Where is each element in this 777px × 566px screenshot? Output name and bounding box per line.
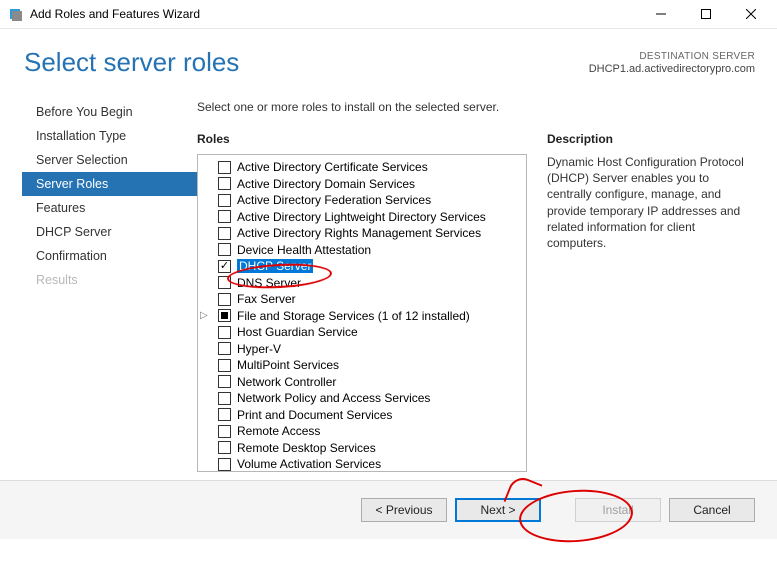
role-label[interactable]: Active Directory Rights Management Servi… (237, 226, 481, 240)
role-checkbox[interactable] (218, 326, 231, 339)
role-label[interactable]: Network Controller (237, 375, 336, 389)
role-row[interactable]: DNS Server (202, 275, 526, 292)
nav-item-dhcp-server[interactable]: DHCP Server (22, 220, 197, 244)
role-row[interactable]: ▷ File and Storage Services (1 of 12 inst… (202, 308, 526, 325)
nav-item-server-roles[interactable]: Server Roles (22, 172, 197, 196)
role-row[interactable]: DHCP Server (202, 258, 526, 275)
role-label[interactable]: Host Guardian Service (237, 325, 358, 339)
expander-icon[interactable]: ▷ (200, 310, 208, 321)
role-checkbox[interactable] (218, 342, 231, 355)
nav-item-confirmation[interactable]: Confirmation (22, 244, 197, 268)
role-row[interactable]: Print and Document Services (202, 407, 526, 424)
roles-label: Roles (197, 132, 527, 146)
role-label[interactable]: Active Directory Lightweight Directory S… (237, 210, 486, 224)
role-label[interactable]: Remote Access (237, 424, 320, 438)
role-label[interactable]: Active Directory Certificate Services (237, 160, 428, 174)
role-label[interactable]: Network Policy and Access Services (237, 391, 430, 405)
description-text: Dynamic Host Configuration Protocol (DHC… (547, 154, 755, 251)
role-checkbox[interactable] (218, 425, 231, 438)
role-checkbox[interactable] (218, 260, 231, 273)
window-title: Add Roles and Features Wizard (30, 7, 638, 21)
window-controls (638, 0, 773, 28)
role-row[interactable]: Fax Server (202, 291, 526, 308)
next-button[interactable]: Next > (455, 498, 541, 522)
content: Select one or more roles to install on t… (197, 90, 755, 472)
nav-steps: Before You BeginInstallation TypeServer … (22, 90, 197, 472)
nav-item-before-you-begin[interactable]: Before You Begin (22, 100, 197, 124)
destination-info: DESTINATION SERVER DHCP1.ad.activedirect… (589, 51, 755, 78)
role-label[interactable]: Active Directory Federation Services (237, 193, 431, 207)
role-label[interactable]: Active Directory Domain Services (237, 177, 415, 191)
role-checkbox[interactable] (218, 293, 231, 306)
previous-button[interactable]: < Previous (361, 498, 447, 522)
destination-server: DHCP1.ad.activedirectorypro.com (589, 63, 755, 75)
role-label[interactable]: DHCP Server (237, 259, 313, 273)
role-row[interactable]: Network Policy and Access Services (202, 390, 526, 407)
role-row[interactable]: Active Directory Federation Services (202, 192, 526, 209)
role-label[interactable]: DNS Server (237, 276, 301, 290)
role-checkbox[interactable] (218, 309, 231, 322)
roles-column: Roles Active Directory Certificate Servi… (197, 132, 527, 472)
instruction-text: Select one or more roles to install on t… (197, 100, 755, 114)
role-label[interactable]: Device Health Attestation (237, 243, 371, 257)
body: Before You BeginInstallation TypeServer … (0, 84, 777, 472)
titlebar: Add Roles and Features Wizard (0, 0, 777, 28)
install-button[interactable]: Install (575, 498, 661, 522)
role-checkbox[interactable] (218, 161, 231, 174)
header: Select server roles DESTINATION SERVER D… (0, 29, 777, 84)
role-checkbox[interactable] (218, 458, 231, 471)
role-row[interactable]: Active Directory Rights Management Servi… (202, 225, 526, 242)
role-checkbox[interactable] (218, 359, 231, 372)
role-label[interactable]: MultiPoint Services (237, 358, 339, 372)
role-row[interactable]: Active Directory Lightweight Directory S… (202, 209, 526, 226)
maximize-button[interactable] (683, 0, 728, 28)
role-row[interactable]: Remote Desktop Services (202, 440, 526, 457)
role-checkbox[interactable] (218, 210, 231, 223)
role-label[interactable]: Remote Desktop Services (237, 441, 376, 455)
description-label: Description (547, 132, 755, 146)
nav-item-results: Results (22, 268, 197, 292)
role-row[interactable]: Network Controller (202, 374, 526, 391)
role-checkbox[interactable] (218, 392, 231, 405)
role-checkbox[interactable] (218, 441, 231, 454)
page-title: Select server roles (24, 47, 589, 78)
role-checkbox[interactable] (218, 177, 231, 190)
role-label[interactable]: Fax Server (237, 292, 296, 306)
role-row[interactable]: Active Directory Domain Services (202, 176, 526, 193)
role-row[interactable]: Device Health Attestation (202, 242, 526, 259)
role-label[interactable]: Volume Activation Services (237, 457, 381, 471)
role-checkbox[interactable] (218, 276, 231, 289)
role-row[interactable]: Active Directory Certificate Services (202, 159, 526, 176)
server-manager-icon (8, 6, 24, 22)
role-row[interactable]: Remote Access (202, 423, 526, 440)
close-button[interactable] (728, 0, 773, 28)
nav-item-server-selection[interactable]: Server Selection (22, 148, 197, 172)
nav-item-installation-type[interactable]: Installation Type (22, 124, 197, 148)
role-checkbox[interactable] (218, 408, 231, 421)
role-checkbox[interactable] (218, 227, 231, 240)
footer-bar: < Previous Next > Install Cancel (0, 481, 777, 539)
nav-item-features[interactable]: Features (22, 196, 197, 220)
role-row[interactable]: MultiPoint Services (202, 357, 526, 374)
description-column: Description Dynamic Host Configuration P… (547, 132, 755, 472)
role-checkbox[interactable] (218, 243, 231, 256)
role-checkbox[interactable] (218, 375, 231, 388)
cancel-button[interactable]: Cancel (669, 498, 755, 522)
role-label[interactable]: Print and Document Services (237, 408, 392, 422)
role-checkbox[interactable] (218, 194, 231, 207)
role-row[interactable]: Volume Activation Services (202, 456, 526, 472)
roles-listbox[interactable]: Active Directory Certificate Services Act… (197, 154, 527, 472)
role-row[interactable]: Hyper-V (202, 341, 526, 358)
minimize-button[interactable] (638, 0, 683, 28)
role-label[interactable]: Hyper-V (237, 342, 281, 356)
destination-label: DESTINATION SERVER (589, 51, 755, 62)
role-row[interactable]: Host Guardian Service (202, 324, 526, 341)
role-label[interactable]: File and Storage Services (1 of 12 insta… (237, 309, 470, 323)
